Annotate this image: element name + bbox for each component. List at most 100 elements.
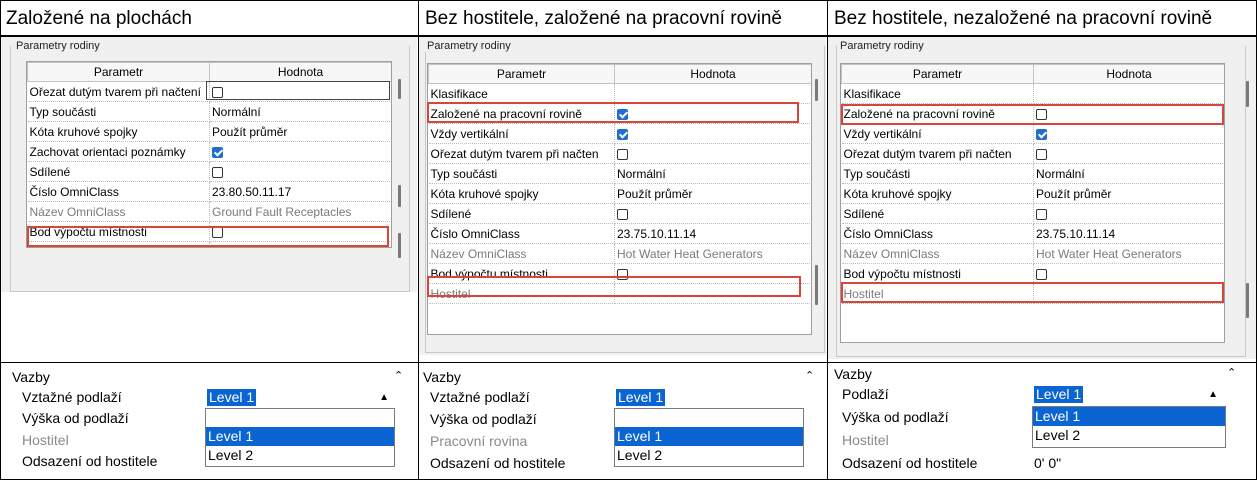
table-row[interactable]: Sdílené — [27, 161, 391, 182]
param-value-cell[interactable]: Použít průměr — [1033, 183, 1224, 204]
checkbox-unchecked[interactable] — [1036, 208, 1047, 220]
scrollbar-thumb-lower[interactable] — [1246, 283, 1249, 318]
prop-host: Hostitel — [842, 432, 889, 448]
table-row[interactable]: Bod výpočtu místnosti — [841, 263, 1224, 284]
param-value-cell[interactable]: Normální — [614, 163, 811, 184]
highlight-host-row — [427, 276, 801, 297]
dropdown-option[interactable]: Level 2 — [206, 446, 394, 465]
param-value-cell[interactable]: 23.75.10.11.14 — [614, 223, 811, 244]
scrollbar-thumb-lower[interactable] — [398, 233, 401, 258]
collapse-chevron-icon[interactable]: ⌃ — [805, 369, 814, 382]
param-value-cell[interactable] — [614, 123, 811, 144]
param-value-cell[interactable] — [1033, 83, 1224, 104]
checkbox-checked[interactable] — [212, 146, 223, 158]
dropdown-option[interactable]: Level 1 — [206, 427, 394, 446]
param-value-cell[interactable]: Normální — [209, 101, 391, 122]
param-value-cell[interactable]: Použít průměr — [614, 183, 811, 204]
checkbox-unchecked[interactable] — [617, 148, 628, 160]
table-row[interactable]: Číslo OmniClass 23.80.50.11.17 — [27, 181, 391, 202]
col-header-param[interactable]: Parametr — [841, 64, 1034, 84]
param-value-cell[interactable]: Hot Water Heat Generators — [1033, 243, 1224, 264]
table-row[interactable]: Ořezat dutým tvarem při načten — [841, 143, 1224, 164]
level-dropdown-list[interactable]: Level 1 Level 2 — [205, 408, 395, 467]
param-value-cell[interactable]: 23.75.10.11.14 — [1033, 223, 1224, 244]
table-row[interactable]: Sdílené — [428, 203, 811, 224]
checkbox-checked[interactable] — [1036, 128, 1047, 140]
table-row[interactable]: Číslo OmniClass 23.75.10.11.14 — [841, 223, 1224, 244]
param-value-cell[interactable] — [209, 141, 391, 162]
param-value-cell[interactable]: Normální — [1033, 163, 1224, 184]
params-table: Parametr Hodnota Klasifikace Založené na … — [428, 64, 811, 304]
dropdown-spacer — [615, 409, 803, 427]
col-header-param[interactable]: Parametr — [27, 62, 210, 82]
checkbox-checked[interactable] — [617, 128, 628, 140]
scrollbar-thumb[interactable] — [398, 185, 401, 207]
table-row[interactable]: Kóta kruhové spojky Použít průměr — [428, 183, 811, 204]
highlight-first-row — [206, 81, 390, 100]
dropdown-option[interactable]: Level 1 — [615, 427, 803, 446]
table-row[interactable]: Název OmniClass Hot Water Heat Generators — [428, 243, 811, 264]
level-dropdown-list[interactable]: Level 1 Level 2 — [1032, 406, 1226, 448]
table-row[interactable]: Typ součásti Normální — [428, 163, 811, 184]
param-value-cell[interactable] — [1033, 263, 1224, 284]
host-offset-value[interactable]: 0' 0" — [1034, 455, 1061, 471]
frame-line — [827, 0, 828, 480]
param-value-cell[interactable]: Použít průměr — [209, 121, 391, 142]
level-select[interactable]: Level 1 ▲ — [1033, 385, 1225, 404]
table-row[interactable]: Číslo OmniClass 23.75.10.11.14 — [428, 223, 811, 244]
param-value-cell[interactable] — [1033, 143, 1224, 164]
scrollbar-thumb[interactable] — [1246, 81, 1249, 107]
table-row[interactable]: Sdílené — [841, 203, 1224, 224]
col-header-value[interactable]: Hodnota — [209, 62, 391, 82]
param-value-cell[interactable] — [209, 161, 391, 182]
col-header-value[interactable]: Hodnota — [614, 64, 811, 84]
level-select[interactable]: Level 1 ▲ — [206, 388, 396, 407]
constraints-title: Vazby — [834, 366, 872, 382]
table-row[interactable]: Typ součásti Normální — [841, 163, 1224, 184]
table-row[interactable]: Klasifikace — [841, 83, 1224, 104]
chevron-up-icon: ▲ — [1208, 389, 1218, 400]
table-row[interactable]: Vždy vertikální — [428, 123, 811, 144]
table-row[interactable]: Kóta kruhové spojky Použít průměr — [841, 183, 1224, 204]
param-value-cell[interactable] — [614, 203, 811, 224]
table-row[interactable]: Ořezat dutým tvarem při načten — [428, 143, 811, 164]
param-name-cell: Sdílené — [27, 161, 210, 182]
param-value-cell[interactable]: 23.80.50.11.17 — [209, 181, 391, 202]
param-value-cell[interactable]: Hot Water Heat Generators — [614, 243, 811, 264]
level-dropdown-list[interactable]: Level 1 Level 2 — [614, 408, 804, 467]
selected-level: Level 1 — [207, 389, 257, 406]
collapse-chevron-icon[interactable]: ⌃ — [394, 369, 403, 382]
checkbox-unchecked[interactable] — [212, 166, 223, 178]
col-header-param[interactable]: Parametr — [428, 64, 615, 84]
table-row[interactable]: Zachovat orientaci poznámky — [27, 141, 391, 162]
checkbox-unchecked[interactable] — [1036, 148, 1047, 160]
param-value-cell[interactable] — [1033, 123, 1224, 144]
table-row[interactable]: Název OmniClass Hot Water Heat Generators — [841, 243, 1224, 264]
scrollbar-thumb-lower[interactable] — [815, 265, 818, 305]
dropdown-option[interactable]: Level 2 — [615, 446, 803, 465]
prop-host: Hostitel — [22, 432, 69, 448]
highlight-host-row — [841, 282, 1224, 303]
collapse-chevron-icon[interactable]: ⌃ — [1227, 366, 1236, 379]
param-value-cell[interactable]: Ground Fault Receptacles — [209, 201, 391, 222]
table-row[interactable]: Název OmniClass Ground Fault Receptacles — [27, 201, 391, 222]
selected-level: Level 1 — [616, 389, 666, 406]
highlight-workplane-row — [427, 102, 799, 123]
param-value-cell[interactable] — [614, 83, 811, 104]
param-value-cell[interactable] — [1033, 203, 1224, 224]
table-row[interactable]: Kóta kruhové spojky Použít průměr — [27, 121, 391, 142]
checkbox-unchecked[interactable] — [1036, 268, 1047, 280]
param-value: Použít průměr — [617, 186, 693, 201]
level-select[interactable]: Level 1 — [615, 388, 805, 407]
table-row[interactable]: Typ součásti Normální — [27, 101, 391, 122]
table-row[interactable]: Vždy vertikální — [841, 123, 1224, 144]
dropdown-option[interactable]: Level 1 — [1033, 407, 1225, 426]
scrollbar-thumb[interactable] — [815, 79, 818, 101]
scrollbar[interactable] — [398, 79, 401, 99]
highlight-workplane-row — [841, 104, 1224, 125]
param-value-cell[interactable] — [614, 143, 811, 164]
table-row[interactable]: Klasifikace — [428, 83, 811, 104]
checkbox-unchecked[interactable] — [617, 208, 628, 220]
dropdown-option[interactable]: Level 2 — [1033, 426, 1225, 445]
col-header-value[interactable]: Hodnota — [1033, 64, 1224, 84]
